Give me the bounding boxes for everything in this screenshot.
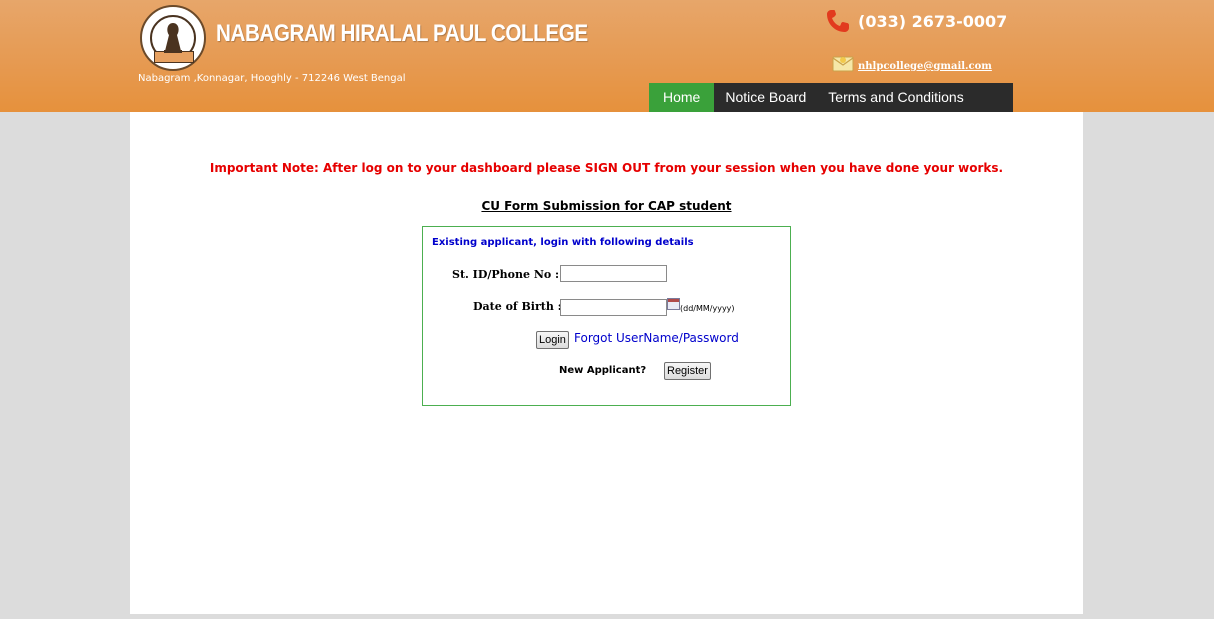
dob-label: Date of Birth :: [473, 300, 562, 313]
student-id-label: St. ID/Phone No :: [452, 268, 560, 281]
student-id-input[interactable]: [560, 265, 667, 282]
nav-terms-and-conditions[interactable]: Terms and Conditions: [817, 83, 974, 112]
email-contact: nhlpcollege@gmail.com: [832, 48, 992, 72]
envelope-icon: [832, 56, 854, 72]
college-address: Nabagram ,Konnagar, Hooghly - 712246 Wes…: [138, 73, 406, 84]
login-box: Existing applicant, login with following…: [422, 226, 791, 406]
form-title: CU Form Submission for CAP student: [481, 199, 732, 213]
login-button[interactable]: Login: [536, 331, 569, 349]
calendar-icon[interactable]: [667, 298, 680, 310]
phone-number: (033) 2673-0007: [858, 11, 1008, 31]
dob-input[interactable]: [560, 299, 667, 316]
email-link[interactable]: nhlpcollege@gmail.com: [858, 61, 992, 72]
phone-icon: [827, 10, 849, 32]
nav-home[interactable]: Home: [649, 83, 715, 112]
college-name[interactable]: NABAGRAM HIRALAL PAUL COLLEGE: [216, 20, 588, 48]
main-nav: Home Notice Board Terms and Conditions: [649, 83, 1013, 112]
phone-contact: (033) 2673-0007: [826, 6, 1007, 36]
nav-notice-board[interactable]: Notice Board: [714, 83, 817, 112]
main-content: Important Note: After log on to your das…: [130, 112, 1083, 614]
login-box-heading: Existing applicant, login with following…: [432, 237, 694, 248]
college-seal-icon[interactable]: [140, 5, 206, 71]
important-note: Important Note: After log on to your das…: [209, 161, 1004, 175]
new-applicant-label: New Applicant?: [559, 365, 647, 376]
site-header: NABAGRAM HIRALAL PAUL COLLEGE Nabagram ,…: [0, 0, 1214, 112]
forgot-password-link[interactable]: Forgot UserName/Password: [574, 331, 739, 345]
register-button[interactable]: Register: [664, 362, 711, 380]
dob-format-hint: (dd/MM/yyyy): [680, 304, 735, 313]
